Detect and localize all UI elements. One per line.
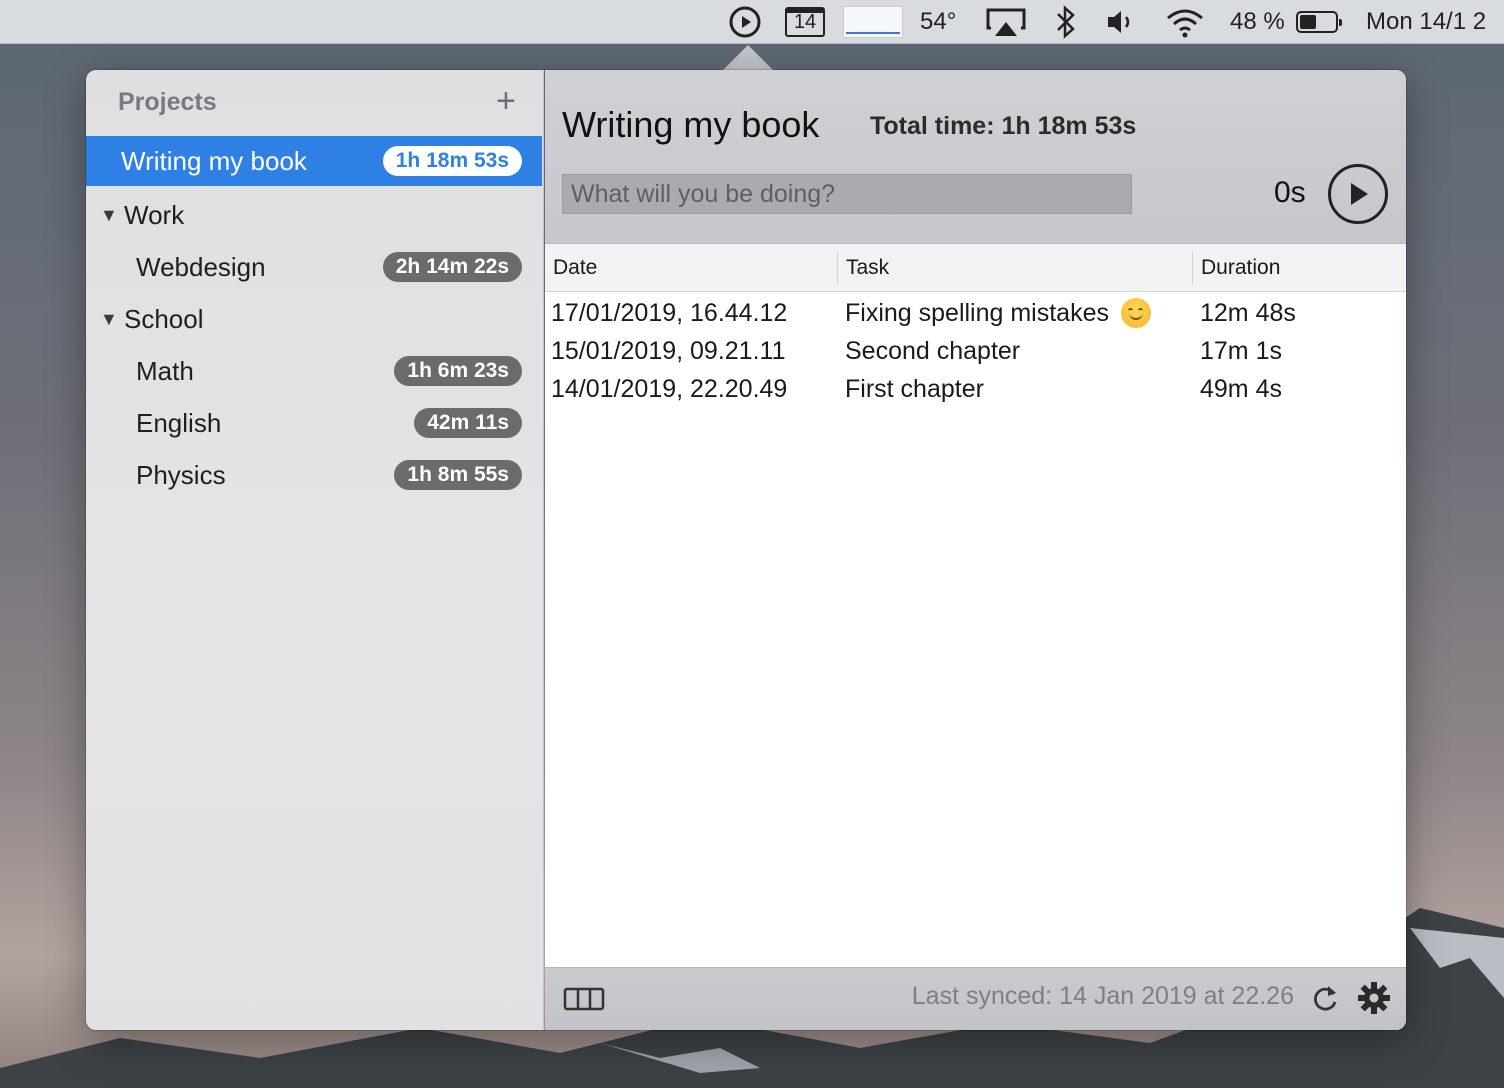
popover-arrow (722, 45, 774, 71)
airplay-icon[interactable] (985, 0, 1027, 44)
time-badge: 1h 18m 53s (382, 146, 522, 176)
last-synced: Last synced: 14 Jan 2019 at 22.26 (911, 982, 1294, 1010)
time-badge: 1h 8m 55s (394, 460, 522, 490)
footer-bar: Last synced: 14 Jan 2019 at 22.26 (545, 967, 1406, 1030)
calendar-icon[interactable]: 14 (785, 0, 825, 44)
row-task: Second chapter (845, 336, 1021, 365)
refresh-icon[interactable] (1311, 982, 1341, 1019)
play-icon (1351, 183, 1368, 205)
disclosure-triangle-icon[interactable]: ▼ (100, 205, 124, 226)
sidebar-item-label: Writing my book (121, 145, 307, 176)
gear-icon[interactable] (1357, 981, 1391, 1020)
sidebar-item-label: Math (136, 355, 194, 386)
clock[interactable]: Mon 14/1 2 (1366, 0, 1486, 44)
smiling-face-icon (1121, 298, 1151, 328)
wifi-icon[interactable] (1165, 0, 1205, 44)
volume-icon[interactable] (1106, 0, 1138, 44)
row-task-text: Fixing spelling mistakes (845, 298, 1109, 327)
row-date: 17/01/2019, 16.44.12 (551, 298, 788, 327)
column-header-date[interactable]: Date (545, 244, 837, 292)
sidebar-item-math[interactable]: Math 1h 6m 23s (86, 346, 542, 396)
column-header-task[interactable]: Task (838, 244, 1192, 292)
calendar-day: 14 (785, 7, 825, 37)
sidebar-item-writing-my-book[interactable]: Writing my book 1h 18m 53s (86, 136, 542, 186)
sidebar-group-school[interactable]: ▼ School (86, 294, 542, 344)
bluetooth-icon[interactable] (1055, 0, 1077, 44)
group-label: School (124, 303, 204, 334)
sidebar-item-webdesign[interactable]: Webdesign 2h 14m 22s (86, 242, 542, 292)
total-time: Total time: 1h 18m 53s (870, 112, 1137, 140)
sidebar-group-work[interactable]: ▼ Work (86, 190, 542, 240)
table-row[interactable]: 15/01/2019, 09.21.11 Second chapter 17m … (545, 332, 1406, 370)
column-header-duration[interactable]: Duration (1193, 244, 1406, 292)
table-row[interactable]: 14/01/2019, 22.20.49 First chapter 49m 4… (545, 370, 1406, 408)
project-title: Writing my book (562, 104, 820, 145)
menu-bar: 14 54° 48 % Mon 14/1 2 (0, 0, 1504, 44)
elapsed-time: 0s (1274, 176, 1306, 209)
projects-sidebar: Projects + Writing my book 1h 18m 53s ▼ … (86, 70, 544, 1030)
group-label: Work (124, 199, 185, 230)
row-task: First chapter (845, 374, 984, 403)
project-header: Writing my book Total time: 1h 18m 53s 0… (545, 70, 1406, 244)
time-badge: 42m 11s (414, 408, 522, 438)
play-circle-icon[interactable] (728, 0, 762, 44)
battery-icon[interactable] (1296, 0, 1342, 44)
tracker-popover: Projects + Writing my book 1h 18m 53s ▼ … (86, 70, 1406, 1030)
battery-percent[interactable]: 48 % (1230, 0, 1285, 44)
sidebar-item-label: English (136, 407, 222, 438)
row-duration: 49m 4s (1200, 374, 1282, 403)
row-duration: 12m 48s (1200, 298, 1296, 327)
disclosure-triangle-icon[interactable]: ▼ (100, 309, 124, 330)
row-date: 14/01/2019, 22.20.49 (551, 374, 788, 403)
add-project-button[interactable]: + (496, 84, 516, 118)
sidebar-item-label: Physics (136, 459, 226, 490)
start-timer-button[interactable] (1328, 164, 1388, 224)
sidebar-item-physics[interactable]: Physics 1h 8m 55s (86, 450, 542, 500)
columns-icon[interactable] (563, 986, 605, 1017)
time-badge: 2h 14m 22s (382, 252, 522, 282)
sidebar-item-english[interactable]: English 42m 11s (86, 398, 542, 448)
time-badge: 1h 6m 23s (394, 356, 522, 386)
table-row[interactable]: 17/01/2019, 16.44.12 Fixing spelling mis… (545, 294, 1406, 332)
row-date: 15/01/2019, 09.21.11 (551, 336, 786, 365)
activity-graph-icon[interactable] (843, 0, 903, 44)
battery-fill (1300, 15, 1317, 29)
row-duration: 17m 1s (1200, 336, 1282, 365)
project-detail: Writing my book Total time: 1h 18m 53s 0… (545, 70, 1406, 1030)
row-task: Fixing spelling mistakes (845, 294, 1151, 332)
task-input[interactable] (562, 174, 1132, 214)
sidebar-item-label: Webdesign (136, 251, 266, 282)
table-header: Date Task Duration (545, 244, 1406, 292)
temperature[interactable]: 54° (920, 0, 956, 44)
sidebar-header: Projects (118, 88, 217, 116)
